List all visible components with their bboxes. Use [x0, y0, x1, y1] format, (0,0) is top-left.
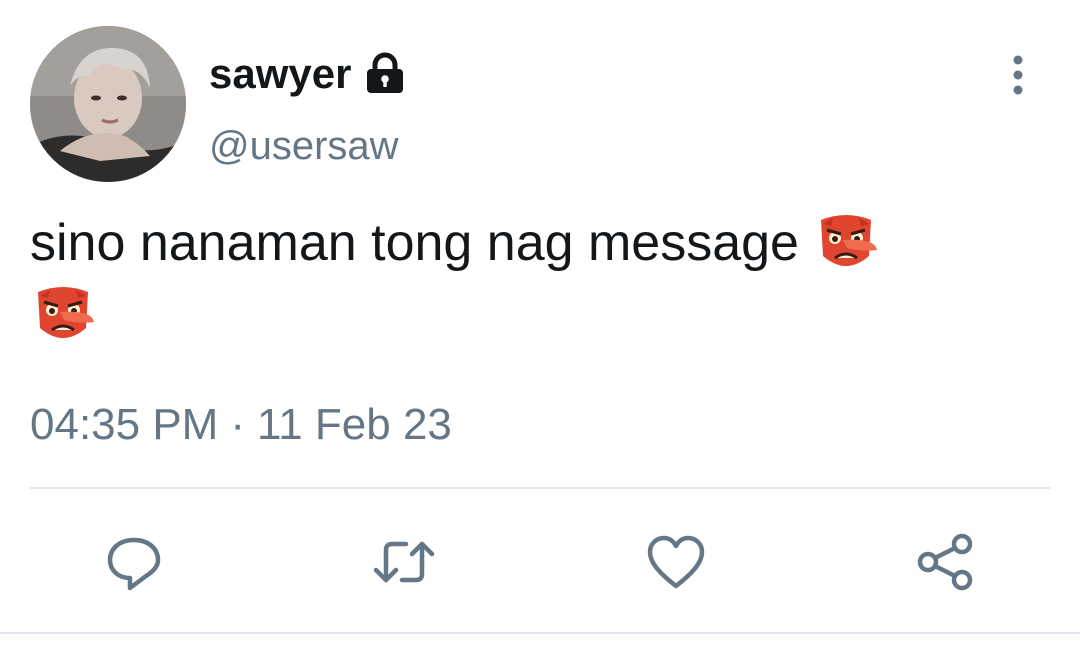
reply-icon [107, 537, 161, 591]
timestamp-separator: · [230, 400, 245, 449]
retweet-icon [373, 541, 435, 583]
retweet-button[interactable] [372, 530, 436, 594]
avatar[interactable] [30, 26, 186, 182]
user-handle[interactable]: @usersaw [209, 122, 399, 170]
lock-icon [367, 52, 404, 93]
reply-button[interactable] [102, 530, 166, 594]
tweet-body: sino nanaman tong nag message [30, 210, 1050, 276]
tweet-emoji-line [30, 282, 96, 348]
display-name-row: sawyer [209, 50, 407, 98]
tweet-time: 04:35 PM [30, 400, 219, 449]
divider [30, 487, 1050, 489]
more-options-button[interactable] [998, 52, 1038, 98]
profile-photo [30, 26, 186, 182]
like-button[interactable] [644, 530, 708, 594]
goblin-emoji-icon [38, 287, 94, 338]
display-name[interactable]: sawyer [209, 50, 351, 98]
tweet-timestamp[interactable]: 04:35 PM · 11 Feb 23 [30, 400, 452, 450]
like-icon [647, 535, 705, 589]
tweet-text: sino nanaman tong nag message [30, 214, 799, 272]
tweet-date: 11 Feb 23 [257, 400, 452, 449]
share-icon [917, 533, 973, 591]
goblin-emoji-icon [821, 215, 878, 266]
share-button[interactable] [914, 530, 978, 594]
more-vertical-icon [1013, 55, 1023, 95]
bottom-divider [0, 632, 1080, 634]
